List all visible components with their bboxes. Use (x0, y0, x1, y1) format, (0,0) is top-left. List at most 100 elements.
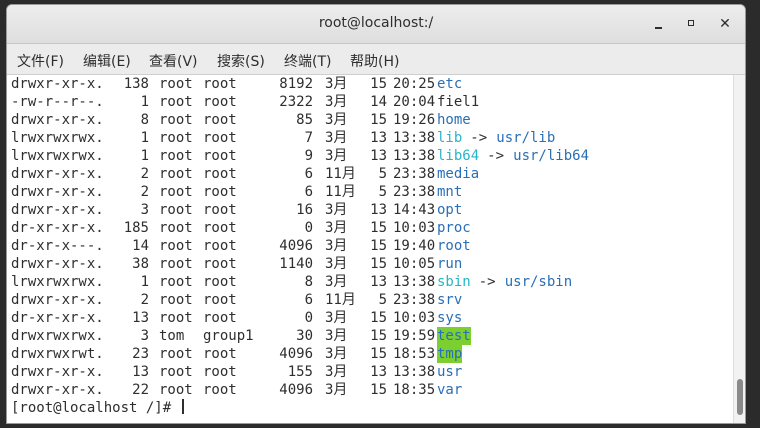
owner: root (159, 310, 193, 326)
file-name: lib (437, 130, 463, 146)
time: 13:38 (393, 130, 436, 146)
owner: root (159, 112, 193, 128)
group: root (203, 130, 237, 146)
month: 11月 (325, 184, 356, 200)
month: 3月 (325, 130, 348, 146)
owner: root (159, 202, 193, 218)
group: root (203, 238, 237, 254)
link-count: 22 (132, 382, 149, 398)
day: 5 (378, 184, 387, 200)
file-size: 6 (304, 292, 313, 308)
day: 13 (370, 364, 387, 380)
time: 20:04 (393, 94, 436, 110)
file-size: 6 (304, 166, 313, 182)
group: root (203, 364, 237, 380)
time: 13:38 (393, 274, 436, 290)
time: 10:03 (393, 310, 436, 326)
symlink-arrow: -> (487, 148, 504, 164)
menu-file[interactable]: 文件(F) (17, 51, 64, 71)
permissions: dr-xr-xr-x. (11, 220, 104, 236)
link-count: 13 (132, 310, 149, 326)
file-name: opt (437, 202, 463, 218)
group: root (203, 346, 237, 362)
permissions: drwxr-xr-x. (11, 184, 104, 200)
time: 20:25 (393, 76, 436, 92)
link-count: 1 (140, 94, 149, 110)
permissions: drwxr-xr-x. (11, 76, 104, 92)
group: root (203, 202, 237, 218)
file-name: lib64 (437, 148, 480, 164)
terminal-output[interactable]: drwxr-xr-x. 138 root root 8192 3月 15 20:25 etc -r… (7, 75, 731, 423)
window-title: root@localhost:/ (318, 15, 434, 31)
owner: root (159, 274, 193, 290)
time: 19:26 (393, 112, 436, 128)
day: 5 (378, 292, 387, 308)
file-size: 1140 (279, 256, 313, 272)
group: root (203, 76, 237, 92)
day: 15 (370, 382, 387, 398)
menu-edit[interactable]: 编辑(E) (83, 51, 131, 71)
link-count: 1 (140, 274, 149, 290)
group: group1 (203, 328, 254, 344)
permissions: drwxr-xr-x. (11, 292, 104, 308)
file-name: var (437, 382, 463, 398)
month: 3月 (325, 364, 348, 380)
menu-view[interactable]: 查看(V) (149, 51, 198, 71)
symlink-arrow: -> (470, 130, 488, 146)
group: root (203, 184, 237, 200)
permissions: drwxr-xr-x. (11, 112, 104, 128)
scrollbar[interactable] (733, 75, 745, 423)
owner: root (159, 76, 193, 92)
day: 15 (370, 256, 387, 272)
file-size: 6 (304, 184, 313, 200)
menu-bar: 文件(F) 编辑(E) 查看(V) 搜索(S) 终端(T) 帮助(H) (7, 44, 745, 75)
time: 10:03 (393, 220, 436, 236)
permissions: dr-xr-x---. (11, 238, 104, 254)
link-count: 2 (140, 166, 149, 182)
month: 3月 (325, 328, 348, 344)
day: 15 (370, 346, 387, 362)
permissions: drwxrwxrwt. (11, 346, 104, 362)
menu-terminal[interactable]: 终端(T) (284, 51, 331, 71)
symlink-target: usr/lib (496, 130, 556, 146)
permissions: drwxrwxrwx. (11, 328, 104, 344)
link-count: 3 (140, 328, 149, 344)
permissions: drwxr-xr-x. (11, 364, 104, 380)
file-name: proc (437, 220, 471, 236)
owner: root (159, 238, 193, 254)
owner: tom (159, 328, 185, 344)
symlink-target: usr/sbin (504, 274, 573, 290)
shell-prompt[interactable]: [root@localhost /]# (11, 399, 184, 417)
day: 13 (370, 274, 387, 290)
file-size: 4096 (279, 238, 313, 254)
month: 3月 (325, 310, 348, 326)
menu-search[interactable]: 搜索(S) (217, 51, 265, 71)
close-icon[interactable]: ✕ (716, 15, 734, 33)
day: 15 (370, 220, 387, 236)
owner: root (159, 148, 193, 164)
time: 14:43 (393, 202, 436, 218)
menu-help[interactable]: 帮助(H) (350, 51, 399, 71)
link-count: 1 (140, 130, 149, 146)
time: 13:38 (393, 364, 436, 380)
link-count: 13 (132, 364, 149, 380)
group: root (203, 148, 237, 164)
file-size: 9 (304, 148, 313, 164)
minimize-icon[interactable] (650, 15, 668, 33)
month: 3月 (325, 202, 348, 218)
file-size: 85 (296, 112, 313, 128)
file-name: sys (437, 310, 463, 326)
maximize-icon[interactable] (683, 15, 701, 33)
scrollbar-thumb[interactable] (737, 379, 743, 415)
group: root (203, 310, 237, 326)
time: 19:59 (393, 328, 436, 344)
group: root (203, 94, 237, 110)
time: 18:53 (393, 346, 436, 362)
permissions: drwxr-xr-x. (11, 166, 104, 182)
day: 15 (370, 310, 387, 326)
time: 10:05 (393, 256, 436, 272)
day: 15 (370, 112, 387, 128)
file-name: tmp (437, 345, 463, 363)
title-bar[interactable]: root@localhost:/ ✕ (7, 5, 745, 44)
file-name: fiel1 (437, 94, 480, 110)
